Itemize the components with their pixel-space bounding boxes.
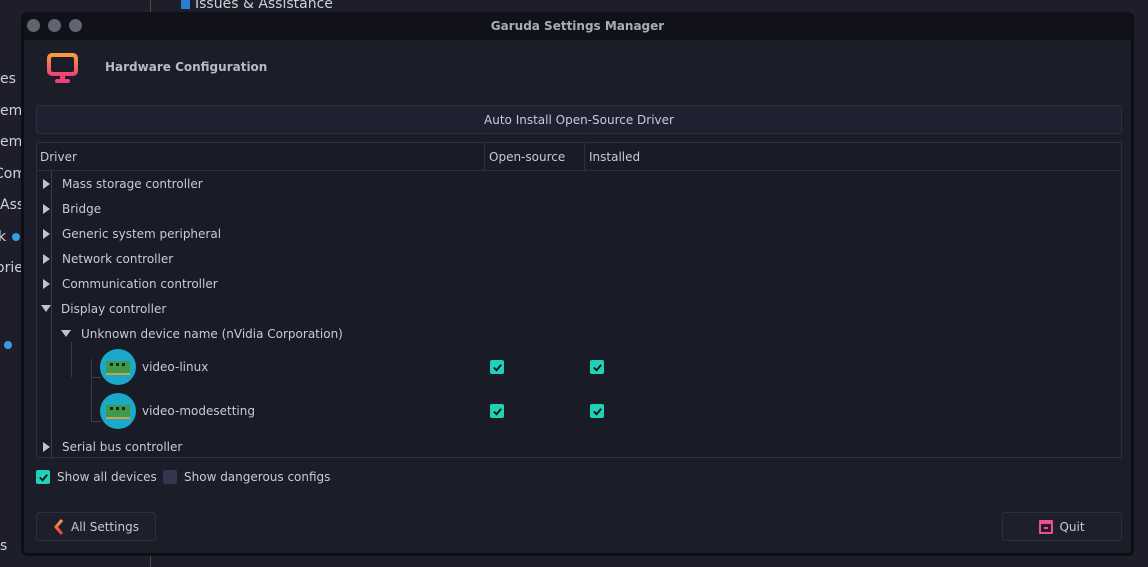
- background-item[interactable]: Issues & Assistance: [195, 0, 333, 12]
- close-button[interactable]: [27, 19, 40, 32]
- auto-install-button[interactable]: Auto Install Open-Source Driver: [36, 105, 1122, 134]
- driver-name: video-modesetting: [142, 404, 255, 418]
- driver-name: video-linux: [142, 360, 209, 374]
- category-label: Serial bus controller: [62, 439, 183, 454]
- page-title: Hardware Configuration: [105, 60, 268, 74]
- background-fragment: k: [0, 229, 7, 245]
- tree-item-network[interactable]: Network controller: [43, 246, 173, 271]
- checkbox-unchecked-icon[interactable]: [163, 470, 177, 484]
- expand-arrow-icon[interactable]: [43, 278, 50, 289]
- quit-icon: [1039, 519, 1054, 534]
- open-source-checkbox[interactable]: [490, 404, 504, 418]
- background-fragment: em: [0, 103, 23, 119]
- installed-checkbox[interactable]: [590, 404, 604, 418]
- checkbox-label: Show dangerous configs: [184, 470, 331, 484]
- column-installed[interactable]: Installed: [589, 150, 640, 164]
- category-label: Display controller: [61, 301, 167, 316]
- graphics-card-icon: [100, 349, 136, 385]
- tree-item-mass-storage[interactable]: Mass storage controller: [43, 171, 203, 196]
- background-item-icon: [181, 0, 190, 9]
- expand-arrow-icon[interactable]: [43, 253, 50, 264]
- settings-window: Garuda Settings Manager Hardware Configu…: [21, 12, 1134, 556]
- background-fragment: em: [0, 134, 23, 150]
- installed-checkbox[interactable]: [590, 360, 604, 374]
- tree-item-display[interactable]: Display controller: [41, 296, 166, 321]
- column-driver[interactable]: Driver: [40, 150, 77, 164]
- expand-arrow-icon[interactable]: [43, 228, 50, 239]
- button-label: Quit: [1059, 519, 1085, 534]
- tree-item-serial-bus[interactable]: Serial bus controller: [43, 434, 182, 459]
- category-label: Bridge: [62, 201, 102, 216]
- title-bar[interactable]: Garuda Settings Manager: [24, 12, 1131, 40]
- expand-arrow-icon[interactable]: [43, 203, 50, 214]
- tree-header: Driver Open-source Installed: [37, 143, 1121, 171]
- driver-tree[interactable]: Driver Open-source Installed Mass storag…: [36, 142, 1122, 459]
- open-source-checkbox[interactable]: [490, 360, 504, 374]
- quit-button[interactable]: Quit: [1002, 512, 1122, 541]
- tree-item-bridge[interactable]: Bridge: [43, 196, 101, 221]
- tree-item-generic-peripheral[interactable]: Generic system peripheral: [43, 221, 221, 246]
- category-label: Network controller: [62, 251, 174, 266]
- maximize-button[interactable]: [69, 19, 82, 32]
- collapse-arrow-icon[interactable]: [41, 305, 51, 312]
- show-all-devices-checkbox[interactable]: Show all devices: [36, 470, 157, 484]
- collapse-arrow-icon[interactable]: [61, 330, 71, 337]
- notification-dot: [4, 341, 12, 349]
- column-open-source[interactable]: Open-source: [489, 150, 565, 164]
- all-settings-button[interactable]: All Settings: [36, 512, 156, 541]
- expand-arrow-icon[interactable]: [43, 178, 50, 189]
- chevron-left-icon: [54, 518, 64, 535]
- minimize-button[interactable]: [48, 19, 61, 32]
- background-fragment: s: [0, 538, 8, 554]
- graphics-card-icon: [100, 393, 136, 429]
- monitor-icon: [47, 53, 78, 83]
- driver-row-video-modesetting[interactable]: video-modesetting: [100, 392, 255, 430]
- show-dangerous-configs-checkbox[interactable]: Show dangerous configs: [163, 470, 330, 484]
- checkbox-label: Show all devices: [57, 470, 157, 484]
- checkbox-checked-icon[interactable]: [36, 470, 50, 484]
- button-label: All Settings: [71, 519, 139, 534]
- category-label: Mass storage controller: [62, 176, 203, 191]
- tree-item-communication[interactable]: Communication controller: [43, 271, 218, 296]
- notification-dot: [12, 233, 20, 241]
- background-fragment: orie: [0, 260, 23, 276]
- driver-row-video-linux[interactable]: video-linux: [100, 348, 208, 386]
- tree-item-device[interactable]: Unknown device name (nVidia Corporation): [61, 321, 343, 346]
- category-label: Communication controller: [62, 276, 218, 291]
- category-label: Generic system peripheral: [62, 226, 222, 241]
- device-label: Unknown device name (nVidia Corporation): [81, 326, 343, 341]
- expand-arrow-icon[interactable]: [43, 441, 50, 452]
- background-fragment: es: [0, 71, 16, 87]
- window-title: Garuda Settings Manager: [490, 19, 665, 33]
